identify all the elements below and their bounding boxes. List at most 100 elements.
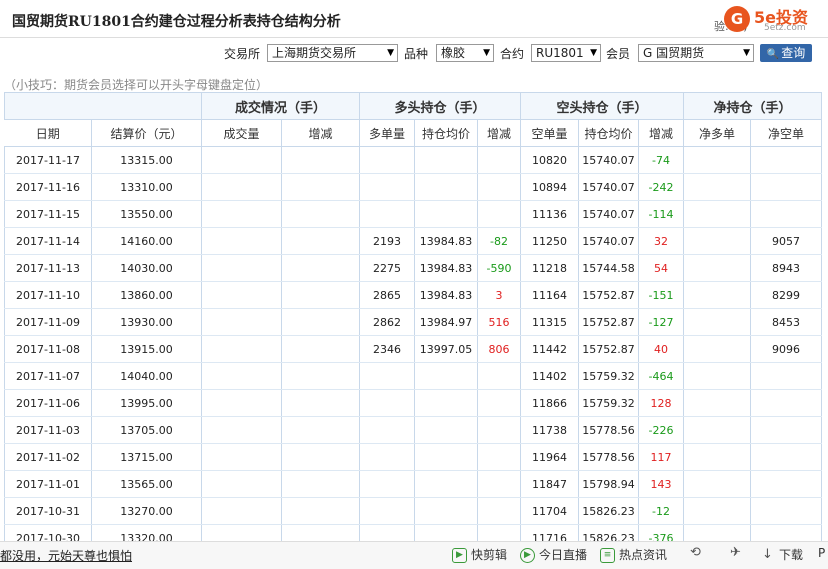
- table-row: 2017-11-14 14160.00 2193 13984.83 -82 11250 15…: [4, 227, 823, 255]
- table-cell: [414, 146, 479, 174]
- table-cell: [281, 308, 361, 336]
- download-label: 下载: [779, 548, 804, 562]
- table-cell: [281, 200, 361, 228]
- table-cell: 2017-11-10: [4, 281, 92, 309]
- member-select[interactable]: G 国贸期货 ▼: [638, 44, 754, 62]
- pin-button[interactable]: ✈: [728, 546, 747, 561]
- table-row: 2017-11-06 13995.00 11866 15759.32 128: [4, 389, 823, 417]
- table-cell: [414, 173, 479, 201]
- table-cell: 15740.07: [578, 173, 640, 201]
- table-cell: [750, 443, 823, 471]
- table-cell: [477, 470, 522, 498]
- table-cell: [683, 254, 752, 282]
- table-cell: [414, 416, 479, 444]
- table-cell: [414, 362, 479, 390]
- table-cell: [414, 443, 479, 471]
- page: 国贸期货RU1801合约建仓过程分析表持仓结构分析 验: 手) G 5e投资 5…: [0, 0, 828, 569]
- table-cell: 13915.00: [91, 335, 202, 363]
- table-cell: [201, 281, 282, 309]
- table-cell: 15740.07: [578, 146, 640, 174]
- news-link[interactable]: 都没用，元始天尊也惧怕: [0, 547, 132, 564]
- site-logo[interactable]: 验: 手) G 5e投资 5etz.com: [714, 4, 828, 38]
- table-cell: [201, 200, 282, 228]
- column-header: 成交量: [201, 119, 282, 147]
- table-cell: [281, 254, 361, 282]
- hot-news-button[interactable]: ≡ 热点资讯: [600, 546, 667, 563]
- table-cell: 13860.00: [91, 281, 202, 309]
- table-cell: [414, 497, 479, 525]
- exchange-select[interactable]: 上海期货交易所 ▼: [267, 44, 398, 62]
- contract-select[interactable]: RU1801 ▼: [531, 44, 601, 62]
- table-cell: 2017-11-14: [4, 227, 92, 255]
- table-cell: [281, 146, 361, 174]
- table-cell: 11315: [520, 308, 580, 336]
- table-cell: [750, 200, 823, 228]
- table-cell: [201, 389, 282, 417]
- table-cell: 2017-11-17: [4, 146, 92, 174]
- table-cell: 13715.00: [91, 443, 202, 471]
- table-row: 2017-11-17 13315.00 10820 15740.07 -74: [4, 146, 823, 174]
- table-cell: [201, 146, 282, 174]
- table-cell: -590: [477, 254, 522, 282]
- table-cell: 9057: [750, 227, 823, 255]
- query-button[interactable]: 🔍 查询: [760, 44, 812, 62]
- table-cell: [281, 497, 361, 525]
- table-cell: 10820: [520, 146, 580, 174]
- table-cell: 8453: [750, 308, 823, 336]
- table-cell: [683, 281, 752, 309]
- table-cell: [477, 443, 522, 471]
- table-cell: 11442: [520, 335, 580, 363]
- table-cell: [683, 173, 752, 201]
- play-icon: ▶: [452, 548, 467, 563]
- bottom-bar: 都没用，元始天尊也惧怕 ▶ 快剪辑 ▶ 今日直播 ≡ 热点资讯 ⟲ ✈ ↓ 下载 P: [0, 541, 828, 569]
- table-cell: [201, 416, 282, 444]
- exchange-value: 上海期货交易所: [272, 46, 357, 60]
- table-cell: 11250: [520, 227, 580, 255]
- variety-select[interactable]: 橡胶 ▼: [436, 44, 494, 62]
- table-cell: 54: [638, 254, 685, 282]
- table-cell: 11964: [520, 443, 580, 471]
- table-cell: 11164: [520, 281, 580, 309]
- hot-news-label: 热点资讯: [619, 548, 668, 562]
- group-header-volume: 成交情况（手）: [201, 92, 361, 120]
- live-today-button[interactable]: ▶ 今日直播: [520, 546, 587, 563]
- download-button[interactable]: ↓ 下载: [760, 546, 803, 563]
- table-cell: [750, 173, 823, 201]
- refresh-button[interactable]: ⟲: [688, 546, 707, 561]
- table-cell: [477, 362, 522, 390]
- table-cell: [201, 335, 282, 363]
- table-cell: [477, 173, 522, 201]
- table-cell: 2017-11-13: [4, 254, 92, 282]
- column-header: 增减: [477, 119, 522, 147]
- group-header-blank: [4, 92, 202, 120]
- table-cell: [750, 146, 823, 174]
- table-cell: [281, 227, 361, 255]
- table-cell: [683, 443, 752, 471]
- table-cell: 13984.83: [414, 281, 479, 309]
- table-cell: [281, 362, 361, 390]
- table-cell: 8943: [750, 254, 823, 282]
- chevron-down-icon: ▼: [743, 48, 750, 58]
- table-cell: [359, 200, 416, 228]
- table-cell: 14030.00: [91, 254, 202, 282]
- contract-label: 合约: [500, 47, 525, 61]
- table-cell: 11218: [520, 254, 580, 282]
- table-cell: 11866: [520, 389, 580, 417]
- table-row: 2017-11-15 13550.00 11136 15740.07 -114: [4, 200, 823, 228]
- table-cell: 15752.87: [578, 308, 640, 336]
- table-cell: -127: [638, 308, 685, 336]
- chevron-down-icon: ▼: [483, 48, 490, 58]
- more-button[interactable]: P: [818, 546, 825, 560]
- quick-clip-label: 快剪辑: [471, 548, 508, 562]
- table-cell: 15744.58: [578, 254, 640, 282]
- quick-clip-button[interactable]: ▶ 快剪辑: [452, 546, 507, 563]
- search-icon: 🔍: [766, 49, 780, 60]
- table-cell: [201, 173, 282, 201]
- table-cell: [477, 416, 522, 444]
- table-cell: 128: [638, 389, 685, 417]
- table-cell: 117: [638, 443, 685, 471]
- column-header-row: 日期 结算价（元） 成交量 增减 多单量 持仓均价 增减 空单量 持仓均价 增减 净多单 净空单: [4, 119, 823, 147]
- table-cell: [359, 416, 416, 444]
- table-cell: 15778.56: [578, 416, 640, 444]
- table-cell: 15759.32: [578, 389, 640, 417]
